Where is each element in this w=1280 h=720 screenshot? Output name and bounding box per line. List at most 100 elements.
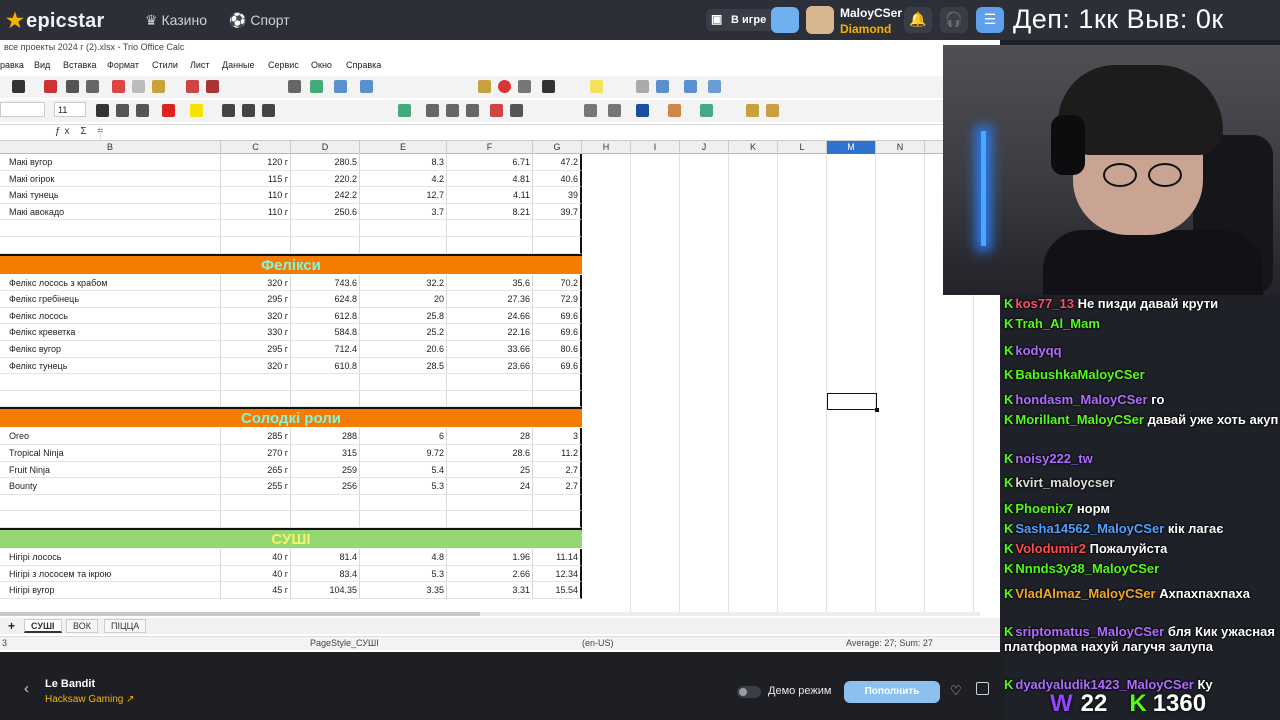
fullscreen-icon[interactable]: [976, 682, 989, 695]
table-row[interactable]: Фелікс тунець 320 г 610.8 28.5 23.66 69.6: [0, 357, 582, 375]
table-cell[interactable]: 40 г: [221, 549, 291, 566]
table-cell[interactable]: 40 г: [221, 565, 291, 583]
menu-view[interactable]: Вид: [34, 60, 50, 70]
table-cell[interactable]: 24: [447, 478, 533, 495]
menu-edit[interactable]: равка: [0, 60, 24, 70]
chat-username[interactable]: Nnnds3y38_MaloyCSer: [1015, 561, 1159, 576]
chat-username[interactable]: Phoenix7: [1015, 501, 1073, 516]
col-header-b[interactable]: B: [0, 141, 221, 154]
table-cell[interactable]: 280.5: [291, 154, 360, 171]
section-header-feliksi[interactable]: Фелікси: [0, 253, 582, 274]
topup-button[interactable]: Пополнить: [844, 681, 940, 703]
table-row[interactable]: Нігірі вугор 45 г 104.35 3.35 3.31 15.54: [0, 582, 582, 599]
table-cell[interactable]: [0, 494, 221, 512]
table-cell[interactable]: 47.2: [533, 154, 582, 171]
table-cell[interactable]: 624.8: [291, 291, 360, 308]
section-header-sushi[interactable]: СУШІ: [0, 528, 582, 548]
table-row[interactable]: Фелікс гребінець 295 г 624.8 20 27.36 72.9: [0, 291, 582, 308]
heart-icon[interactable]: ♡: [950, 683, 962, 699]
font-size-select[interactable]: 11: [54, 102, 86, 117]
table-cell[interactable]: Фелікс лосось з крабом: [0, 274, 221, 292]
table-cell[interactable]: [221, 511, 291, 528]
freeze-icon[interactable]: [656, 80, 669, 93]
table-cell[interactable]: 270 г: [221, 445, 291, 462]
table-cell[interactable]: [0, 390, 221, 408]
spreadsheet-grid[interactable]: Макі вугор 120 г 280.5 8.3 6.71 47.2 Макі огір…: [0, 154, 1000, 614]
date-icon[interactable]: [466, 104, 479, 117]
table-cell[interactable]: 45 г: [221, 582, 291, 599]
border-style-icon[interactable]: [608, 104, 621, 117]
col-header-d[interactable]: D: [291, 141, 360, 154]
pivot-icon[interactable]: [518, 80, 531, 93]
table-cell[interactable]: 256: [291, 478, 360, 495]
table-cell[interactable]: 39.7: [533, 203, 582, 221]
currency-icon[interactable]: [398, 104, 411, 117]
table-cell[interactable]: 25: [447, 461, 533, 479]
grid-icon[interactable]: [708, 80, 721, 93]
table-cell[interactable]: 612.8: [291, 307, 360, 325]
conditional-icon[interactable]: [668, 104, 681, 117]
table-cell[interactable]: [221, 494, 291, 512]
table-cell[interactable]: [0, 220, 221, 237]
table-cell[interactable]: 15.54: [533, 582, 582, 599]
table-cell[interactable]: [360, 511, 447, 528]
table-cell[interactable]: Oreo: [0, 428, 221, 445]
table-cell[interactable]: 3: [533, 428, 582, 445]
table-cell[interactable]: Tropical Ninja: [0, 445, 221, 462]
table-cell[interactable]: 110 г: [221, 187, 291, 204]
menu-window[interactable]: Окно: [311, 60, 332, 70]
table-cell[interactable]: [447, 237, 533, 254]
table-cell[interactable]: 2.66: [447, 565, 533, 583]
game-provider[interactable]: Hacksaw Gaming ↗: [45, 694, 135, 705]
horizontal-scrollbar[interactable]: [0, 612, 980, 616]
table-row[interactable]: Oreo 285 г 288 6 28 3: [0, 428, 582, 445]
bold-icon[interactable]: [96, 104, 109, 117]
table-cell[interactable]: 28.6: [447, 445, 533, 462]
col-header-k[interactable]: K: [729, 141, 778, 154]
chat-username[interactable]: Sasha14562_MaloyCSer: [1015, 521, 1164, 536]
table-cell[interactable]: 23.66: [447, 357, 533, 375]
table-row[interactable]: [0, 511, 582, 528]
menu-icon[interactable]: ☰: [976, 7, 1004, 33]
chat-username[interactable]: kos77_13: [1015, 296, 1074, 311]
table-cell[interactable]: 743.6: [291, 274, 360, 292]
table-cell[interactable]: Bounty: [0, 478, 221, 495]
table-cell[interactable]: 39: [533, 187, 582, 204]
col-header-f[interactable]: F: [447, 141, 533, 154]
comment-icon[interactable]: [590, 80, 603, 93]
align-right-icon[interactable]: [262, 104, 275, 117]
table-cell[interactable]: 20: [360, 291, 447, 308]
number-format-icon[interactable]: [446, 104, 459, 117]
table-cell[interactable]: 2.7: [533, 461, 582, 479]
demo-toggle[interactable]: [737, 686, 761, 698]
table-cell[interactable]: 315: [291, 445, 360, 462]
bell-icon[interactable]: 🔔: [904, 7, 932, 33]
table-cell[interactable]: [0, 237, 221, 254]
table-row[interactable]: Нігірі лосось 40 г 81.4 4.8 1.96 11.14: [0, 549, 582, 566]
table-cell[interactable]: [221, 374, 291, 391]
table-cell[interactable]: 12.34: [533, 565, 582, 583]
percent-icon[interactable]: [426, 104, 439, 117]
col-header-e[interactable]: E: [360, 141, 447, 154]
insert-rows-icon[interactable]: [746, 104, 759, 117]
print-icon[interactable]: [66, 80, 79, 93]
borders-icon[interactable]: [584, 104, 597, 117]
site-logo[interactable]: ★ epicstar: [6, 8, 104, 33]
copy-icon[interactable]: [132, 80, 145, 93]
table-row[interactable]: Фелікс лосось з крабом 320 г 743.6 32.2 35.6…: [0, 274, 582, 292]
headset-icon[interactable]: 🎧: [940, 7, 968, 33]
table-row[interactable]: Фелікс креветка 330 г 584.8 25.2 22.16 69.6: [0, 324, 582, 341]
table-cell[interactable]: 35.6: [447, 274, 533, 292]
tab-pizza[interactable]: ПІЦЦА: [104, 619, 147, 633]
table-cell[interactable]: 69.6: [533, 324, 582, 341]
menu-insert[interactable]: Вставка: [63, 60, 96, 70]
table-cell[interactable]: 285 г: [221, 428, 291, 445]
menu-tools[interactable]: Сервис: [268, 60, 299, 70]
menu-styles[interactable]: Стили: [152, 60, 178, 70]
table-cell[interactable]: 5.4: [360, 461, 447, 479]
table-row[interactable]: Нігірі з лососем та ікрою 40 г 83.4 5.3 2.66…: [0, 565, 582, 583]
chat-username[interactable]: kodyqq: [1015, 343, 1061, 358]
insert-columns-icon[interactable]: [766, 104, 779, 117]
table-cell[interactable]: Макі вугор: [0, 154, 221, 171]
table-cell[interactable]: [360, 237, 447, 254]
